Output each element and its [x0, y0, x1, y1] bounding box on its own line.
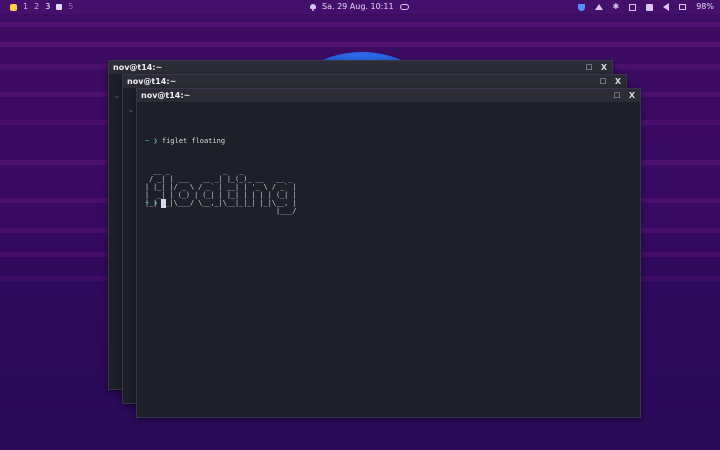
camera-icon[interactable]: [646, 3, 654, 11]
prompt-tilde: ~: [129, 108, 133, 115]
window-title: nov@t14:~: [113, 63, 163, 72]
window-titlebar[interactable]: nov@t14:~ □ X: [109, 61, 612, 74]
terminal-window-front[interactable]: nov@t14:~ □ X ~ ❯ figlet floating __ _ _…: [136, 88, 641, 418]
maximize-button[interactable]: □: [584, 61, 594, 74]
workspace-2[interactable]: 2: [34, 0, 39, 14]
workspace-5[interactable]: 5: [68, 0, 73, 14]
workspace-1[interactable]: 1: [23, 0, 28, 14]
close-button[interactable]: X: [599, 61, 609, 74]
prompt-arrow: ❯: [153, 199, 158, 207]
prompt-dir: ~: [145, 199, 150, 207]
text-cursor: [160, 199, 166, 208]
bluetooth-icon[interactable]: ✱: [613, 0, 620, 14]
workspace-3[interactable]: 3: [45, 0, 50, 14]
figlet-output: __ _ _ _ / _| | ___ __ _| |_(_)_ __ __ _…: [145, 167, 297, 215]
maximize-button[interactable]: □: [598, 75, 608, 88]
window-titlebar[interactable]: nov@t14:~ □ X: [123, 75, 626, 88]
monitor-icon[interactable]: [679, 4, 687, 10]
maximize-button[interactable]: □: [612, 89, 622, 102]
command-text: figlet floating: [161, 137, 226, 145]
workspace-icon[interactable]: [10, 3, 17, 11]
clock-area[interactable]: Sa. 29 Aug. 10:11: [310, 0, 409, 14]
workspace-4-active-indicator[interactable]: [56, 4, 63, 10]
prompt-tilde: ~: [115, 94, 119, 101]
active-prompt[interactable]: ~ ❯: [145, 199, 166, 208]
cloud-icon: [399, 4, 409, 10]
battery-indicator[interactable]: 98%: [696, 0, 714, 14]
volume-icon[interactable]: [663, 3, 670, 11]
close-button[interactable]: X: [627, 89, 637, 102]
wallpaper-stripe: [0, 42, 720, 47]
window-title: nov@t14:~: [141, 91, 191, 100]
window-title: nov@t14:~: [127, 77, 177, 86]
terminal-output[interactable]: ~ ❯ figlet floating __ _ _ _ / _| | ___ …: [145, 119, 301, 233]
command-line: ~ ❯ figlet floating: [145, 137, 301, 146]
mount-icon[interactable]: [594, 4, 603, 10]
wallpaper-stripe: [0, 22, 720, 27]
top-bar: 1 2 3 5 Sa. 29 Aug. 10:11 ✱ 98%: [0, 0, 720, 14]
prompt-arrow: ❯: [153, 137, 158, 145]
workspace-switcher: 1 2 3 5: [10, 0, 79, 14]
system-tray: ✱ 98%: [568, 0, 714, 14]
shield-icon[interactable]: [577, 3, 585, 11]
close-button[interactable]: X: [613, 75, 623, 88]
prompt-dir: ~: [145, 137, 150, 145]
window-titlebar[interactable]: nov@t14:~ □ X: [137, 89, 640, 102]
bell-icon: [310, 3, 316, 11]
clock: Sa. 29 Aug. 10:11: [322, 2, 394, 11]
box-icon[interactable]: [629, 3, 637, 11]
